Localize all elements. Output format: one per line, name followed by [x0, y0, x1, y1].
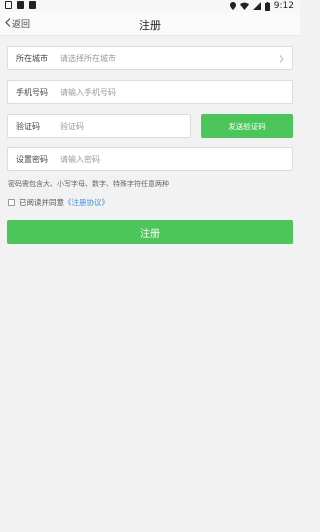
notification-app-icon	[5, 1, 12, 9]
status-bar: 9:12	[0, 0, 300, 12]
code-label: 验证码	[16, 121, 40, 131]
agree-text: 已阅读并同意	[19, 198, 64, 207]
password-field[interactable]: 设置密码	[7, 147, 293, 171]
city-label: 所在城市	[16, 53, 48, 63]
password-label: 设置密码	[16, 154, 48, 164]
phone-field[interactable]: 手机号码	[7, 80, 293, 104]
status-time: 9:12	[273, 1, 294, 11]
agree-checkbox[interactable]	[8, 199, 15, 206]
phone-label: 手机号码	[16, 87, 48, 97]
chevron-right-icon	[279, 55, 284, 65]
notification-icons	[5, 1, 36, 9]
location-icon	[229, 2, 236, 10]
agreement-link[interactable]: 《注册协议》	[64, 197, 109, 208]
password-input[interactable]	[60, 154, 270, 164]
agreement-row: 已阅读并同意 《注册协议》	[8, 197, 109, 208]
password-hint: 密码需包含大、小写字母、数字、特殊字符任意两种	[8, 180, 169, 188]
notification-app-icon	[17, 1, 24, 9]
notification-app-icon	[29, 1, 36, 9]
signal-icon	[252, 2, 261, 10]
nav-header: 返回 注册	[0, 12, 300, 36]
city-select[interactable]: 所在城市	[7, 46, 293, 70]
code-input[interactable]	[60, 121, 180, 131]
send-code-button[interactable]: 发送验证码	[201, 114, 293, 138]
code-field[interactable]: 验证码	[7, 114, 191, 138]
phone-input[interactable]	[60, 87, 270, 97]
register-button[interactable]: 注册	[7, 220, 293, 244]
battery-icon	[264, 1, 270, 11]
page-title: 注册	[139, 19, 161, 32]
city-input[interactable]	[60, 53, 260, 63]
wifi-icon	[239, 2, 249, 10]
